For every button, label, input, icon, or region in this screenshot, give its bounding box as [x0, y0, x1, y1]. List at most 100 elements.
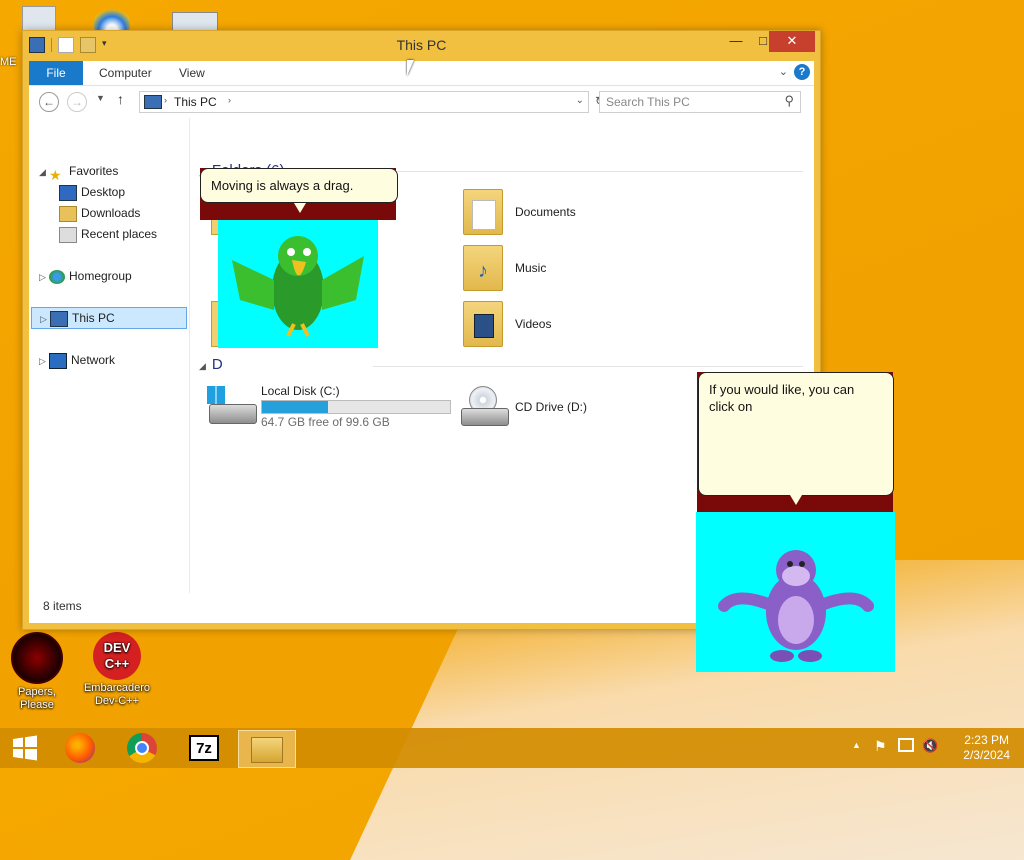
status-bar-count: 8 items — [43, 599, 82, 613]
cd-drive-icon[interactable] — [461, 386, 511, 428]
firefox-icon — [65, 733, 95, 763]
papers-please-icon — [11, 632, 63, 684]
bubble-tail — [294, 203, 306, 213]
homegroup-icon — [49, 269, 65, 284]
music-note-icon: ♪ — [478, 260, 488, 282]
desktop-icon-label: Embarcadero Dev-C++ — [83, 682, 151, 707]
devices-group-header[interactable]: ◢ D — [199, 356, 223, 373]
document-glyph — [472, 200, 496, 230]
parrot-speech-text: Moving is always a drag. — [211, 178, 354, 193]
nav-downloads[interactable]: Downloads — [59, 203, 140, 223]
address-row: ← → ▼ ↑ › This PC › ⌄ ↻ Search This PC ⚲ — [29, 86, 814, 118]
cd-drive-label[interactable]: CD Drive (D:) — [515, 400, 587, 414]
ribbon: File Computer View ⌄ ? — [29, 61, 814, 86]
nav-label: This PC — [72, 311, 115, 325]
forward-button[interactable]: → — [67, 92, 87, 112]
browser-icon[interactable] — [94, 10, 130, 32]
show-hidden-icons[interactable]: ▲ — [852, 740, 861, 750]
documents-label[interactable]: Documents — [515, 205, 576, 219]
chevron-right-icon[interactable]: › — [228, 95, 231, 105]
windows-logo-icon — [207, 386, 225, 404]
address-dropdown-icon[interactable]: ⌄ — [576, 95, 584, 106]
chrome-icon — [127, 733, 157, 763]
clock[interactable]: 2:23 PM 2/3/2024 — [963, 733, 1010, 763]
nav-network[interactable]: ▷ Network — [39, 350, 115, 370]
nav-homegroup[interactable]: ▷ Homegroup — [39, 266, 132, 286]
downloads-icon — [59, 205, 77, 222]
expand-icon[interactable]: ▷ — [39, 351, 49, 371]
minimize-button[interactable]: — — [722, 31, 750, 52]
taskbar-firefox[interactable] — [52, 730, 108, 766]
recent-locations-icon[interactable]: ▼ — [96, 93, 105, 103]
tab-file[interactable]: File — [29, 61, 83, 85]
desktop-icon-label: Papers, Please — [18, 686, 56, 711]
action-center-flag-icon[interactable]: ⚑ — [874, 738, 887, 755]
expand-icon[interactable]: ▷ — [39, 267, 49, 287]
nav-favorites[interactable]: ◢ ★ Favorites — [39, 161, 119, 183]
taskbar-7zip[interactable]: 7z — [176, 730, 232, 766]
tab-view[interactable]: View — [167, 61, 217, 85]
help-icon[interactable]: ? — [794, 64, 810, 80]
title-bar[interactable]: ▾ This PC — □ ✕ — [23, 31, 820, 61]
taskbar-file-explorer[interactable] — [238, 730, 296, 768]
tab-computer[interactable]: Computer — [87, 61, 164, 85]
collapse-icon[interactable]: ◢ — [39, 162, 49, 182]
computer-small-icon — [144, 95, 162, 109]
volume-muted-icon[interactable]: 🔇 — [922, 738, 938, 754]
disk-usage-fill — [262, 401, 328, 413]
clipped-desktop-icon[interactable]: ME — [0, 56, 20, 74]
nav-label: Desktop — [81, 185, 126, 199]
taskbar-chrome[interactable] — [114, 730, 170, 766]
chevron-right-icon: › — [164, 95, 167, 105]
nav-recent-places[interactable]: Recent places — [59, 224, 157, 244]
dev-cpp-icon: DEV C++ — [93, 632, 141, 680]
music-folder-icon[interactable]: ♪ — [463, 245, 503, 291]
film-icon — [474, 314, 494, 338]
group-divider — [373, 366, 803, 367]
nav-label: Downloads — [81, 206, 141, 220]
window-title: This PC — [396, 37, 447, 53]
parrot-speech-bubble[interactable]: Moving is always a drag. — [200, 168, 398, 203]
network-icon — [49, 352, 67, 369]
nav-desktop[interactable]: Desktop — [59, 182, 125, 202]
local-disk-free: 64.7 GB free of 99.6 GB — [261, 415, 390, 429]
clock-time: 2:23 PM — [964, 733, 1009, 747]
music-label[interactable]: Music — [515, 261, 546, 275]
this-pc-icon — [50, 310, 68, 327]
nav-label: Favorites — [69, 164, 119, 178]
expand-icon[interactable]: ▷ — [40, 309, 50, 329]
local-disk-label[interactable]: Local Disk (C:) — [261, 384, 340, 398]
local-disk-icon[interactable] — [207, 386, 257, 426]
nav-label: Recent places — [81, 227, 158, 241]
seven-zip-icon: 7z — [189, 735, 219, 761]
search-icon[interactable]: ⚲ — [784, 93, 794, 109]
documents-folder-icon[interactable] — [463, 189, 503, 235]
up-button[interactable]: ↑ — [117, 91, 124, 107]
desktop-icon-papers-please[interactable]: Papers, Please — [0, 632, 74, 712]
nav-this-pc[interactable]: ▷ This PC — [31, 307, 187, 329]
nav-label: Homegroup — [69, 269, 132, 283]
close-button[interactable]: ✕ — [769, 31, 815, 52]
videos-folder-icon[interactable] — [463, 301, 503, 347]
parrot-agent[interactable] — [218, 220, 378, 348]
collapse-icon[interactable]: ◢ — [199, 361, 206, 371]
taskbar: 7z ▲ ⚑ 🔇 2:23 PM 2/3/2024 — [0, 728, 1024, 768]
network-status-icon[interactable] — [898, 738, 914, 752]
address-text: This PC — [174, 95, 217, 109]
start-button[interactable] — [0, 730, 50, 766]
star-icon: ★ — [49, 166, 62, 183]
back-button[interactable]: ← — [39, 92, 59, 112]
bubble-tail — [790, 495, 802, 505]
disk-usage-bar — [261, 400, 451, 414]
expand-ribbon-icon[interactable]: ⌄ — [779, 65, 788, 78]
parrot-character-icon — [232, 236, 364, 337]
bonzi-agent[interactable] — [696, 512, 895, 672]
windows-start-icon — [13, 735, 37, 761]
videos-label[interactable]: Videos — [515, 317, 551, 331]
bonzi-speech-text: If you would like, you can click on — [709, 382, 855, 414]
address-bar[interactable]: › This PC › ⌄ — [139, 91, 589, 113]
bonzi-speech-bubble[interactable]: If you would like, you can click on — [698, 372, 894, 496]
search-placeholder: Search This PC — [606, 95, 690, 109]
desktop-icon-dev-cpp[interactable]: DEV C++ Embarcadero Dev-C++ — [80, 632, 154, 708]
search-box[interactable]: Search This PC ⚲ — [599, 91, 801, 113]
